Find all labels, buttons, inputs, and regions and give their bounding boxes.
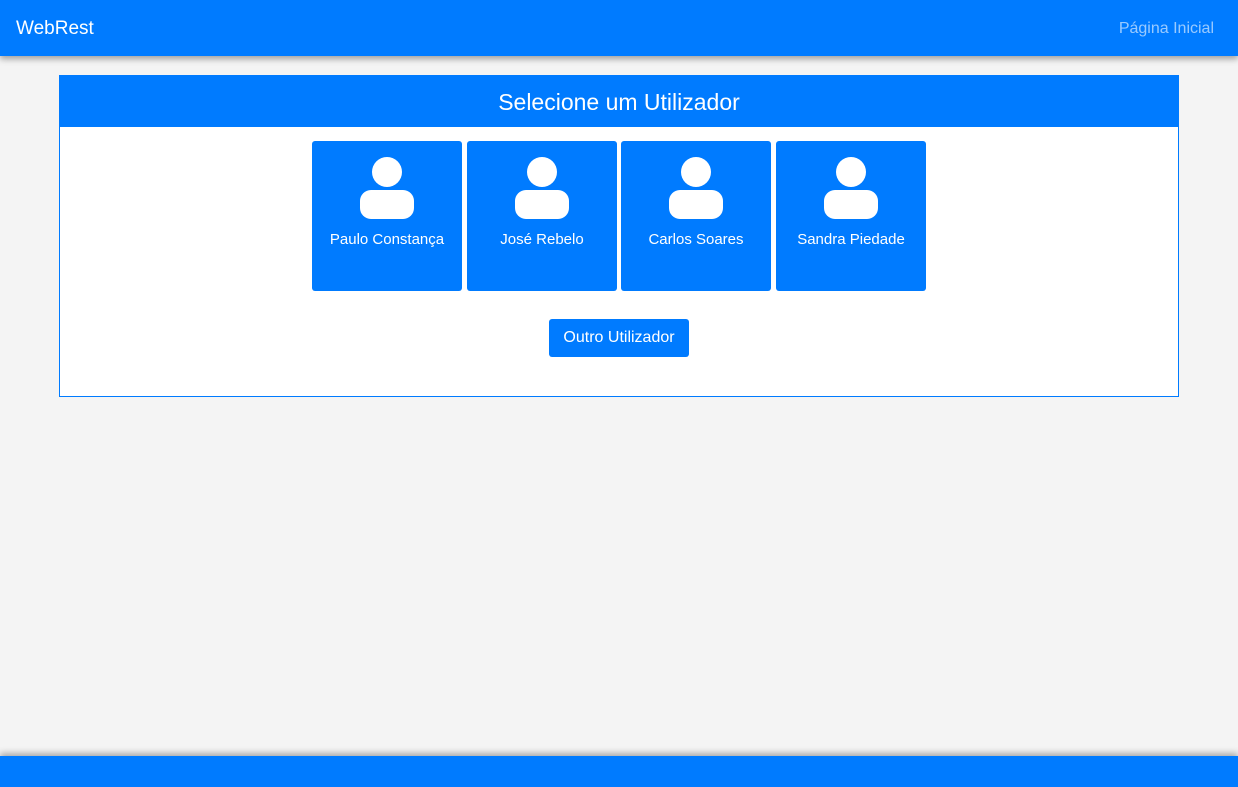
- top-navbar: WebRest Página Inicial: [0, 0, 1238, 56]
- panel-title: Selecione um Utilizador: [60, 76, 1178, 127]
- user-card[interactable]: Sandra Piedade: [776, 141, 926, 291]
- other-user-button[interactable]: Outro Utilizador: [549, 319, 689, 357]
- brand-link[interactable]: WebRest: [16, 17, 94, 41]
- user-card[interactable]: Paulo Constança: [312, 141, 462, 291]
- user-icon: [824, 157, 878, 219]
- user-icon: [669, 157, 723, 219]
- user-card[interactable]: José Rebelo: [467, 141, 617, 291]
- footer-bar: [0, 756, 1238, 787]
- user-card[interactable]: Carlos Soares: [621, 141, 771, 291]
- user-icon: [360, 157, 414, 219]
- user-icon: [515, 157, 569, 219]
- user-name: Carlos Soares: [648, 231, 744, 248]
- user-name: Paulo Constança: [329, 231, 445, 248]
- nav-link-home[interactable]: Página Inicial: [1119, 19, 1214, 39]
- user-selection-panel: Selecione um Utilizador Paulo Constança …: [59, 75, 1179, 397]
- user-name: Sandra Piedade: [797, 231, 905, 248]
- user-card-list: Paulo Constança José Rebelo Carlos Soare…: [312, 141, 932, 291]
- user-name: José Rebelo: [500, 231, 584, 248]
